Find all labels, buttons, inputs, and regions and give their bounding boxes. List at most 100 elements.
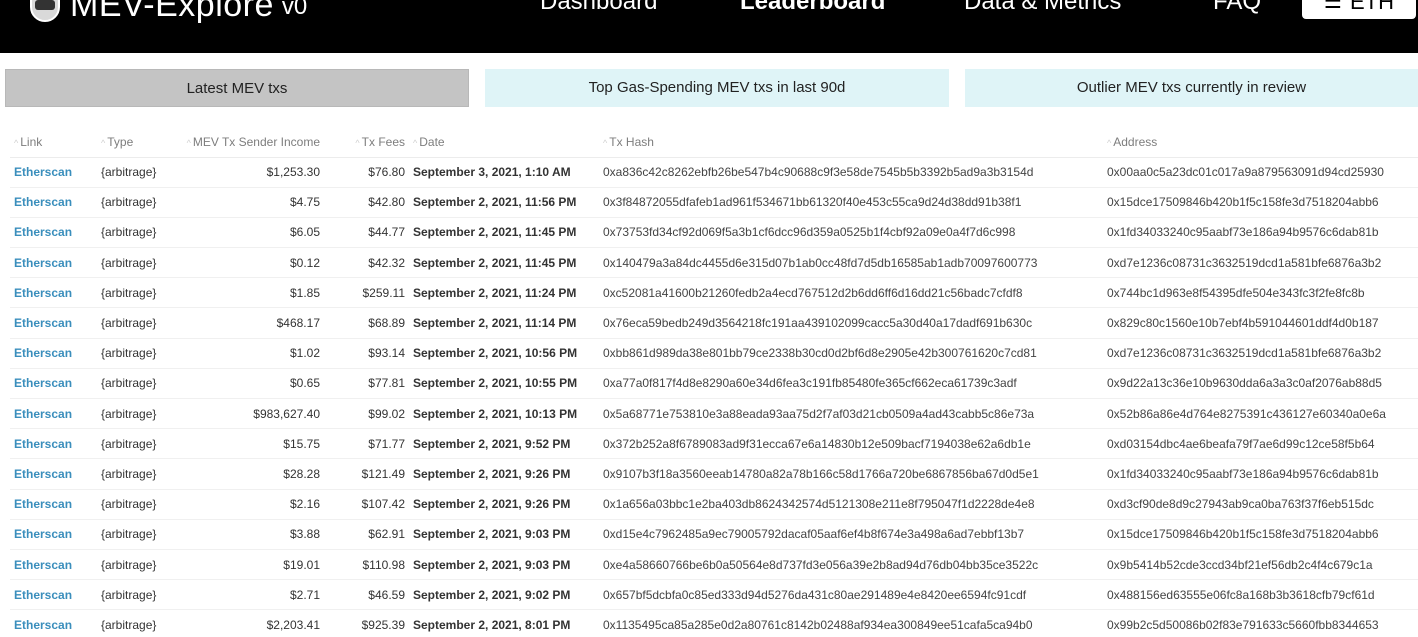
sort-icon: ^: [1107, 137, 1112, 148]
etherscan-link[interactable]: Etherscan: [14, 618, 72, 632]
table-row: Etherscan {arbitrage} $468.17 $68.89 Septemb…: [10, 307, 1418, 339]
robot-logo-icon: [28, 0, 62, 24]
etherscan-link-cell: Etherscan: [10, 549, 97, 581]
tx-fees-cell: $42.80: [324, 187, 409, 218]
table-row: Etherscan {arbitrage} $2.71 $46.59 September…: [10, 579, 1418, 611]
brand-version: v0: [281, 0, 308, 20]
tx-type-cell: {arbitrage}: [97, 307, 177, 339]
tx-date-cell: September 2, 2021, 8:01 PM: [409, 609, 599, 637]
etherscan-link-cell: Etherscan: [10, 428, 97, 460]
tx-date-cell: September 2, 2021, 11:14 PM: [409, 307, 599, 339]
tx-type-cell: {arbitrage}: [97, 579, 177, 611]
tx-date-cell: September 2, 2021, 9:02 PM: [409, 579, 599, 611]
sort-icon: ^: [355, 137, 360, 148]
etherscan-link[interactable]: Etherscan: [14, 286, 72, 300]
brand[interactable]: MEV-Explore v0: [28, 0, 307, 24]
sender-address-cell: 0x1fd34033240c95aabf73e186a94b9576c6dab8…: [1103, 458, 1418, 490]
sender-income-cell: $2.16: [177, 489, 324, 520]
chain-selector-button[interactable]: ☰ ETH: [1302, 0, 1416, 19]
sender-income-cell: $1.02: [177, 338, 324, 369]
tx-type-cell: {arbitrage}: [97, 217, 177, 249]
sender-address-cell: 0xd03154dbc4ae6beafa79f7ae6d99c12ce58f5b…: [1103, 428, 1418, 460]
etherscan-link-cell: Etherscan: [10, 398, 97, 430]
tx-type-cell: {arbitrage}: [97, 338, 177, 369]
tx-type-cell: {arbitrage}: [97, 277, 177, 309]
tx-fees-cell: $62.91: [324, 519, 409, 550]
tx-date-cell: September 2, 2021, 11:45 PM: [409, 217, 599, 249]
etherscan-link[interactable]: Etherscan: [14, 225, 72, 239]
column-header-tx-fees[interactable]: ^ Tx Fees: [324, 127, 409, 158]
etherscan-link[interactable]: Etherscan: [14, 165, 72, 179]
nav-data-metrics[interactable]: Data & Metrics: [964, 0, 1121, 24]
table-row: Etherscan {arbitrage} $19.01 $110.98 Septemb…: [10, 549, 1418, 581]
tab-latest-mev-txs[interactable]: Latest MEV txs: [5, 69, 469, 107]
tx-date-cell: September 2, 2021, 9:03 PM: [409, 549, 599, 581]
etherscan-link[interactable]: Etherscan: [14, 437, 72, 451]
column-header-link[interactable]: ^ Link: [10, 127, 97, 158]
tab-top-gas-spending[interactable]: Top Gas-Spending MEV txs in last 90d: [485, 69, 949, 107]
tx-hash-cell: 0xbb861d989da38e801bb79ce2338b30cd0d2bf6…: [599, 338, 1103, 369]
tab-outlier-mev-txs[interactable]: Outlier MEV txs currently in review: [965, 69, 1418, 107]
sender-income-cell: $983,627.40: [177, 398, 324, 430]
tx-fees-cell: $99.02: [324, 398, 409, 430]
sender-address-cell: 0x52b86a86e4d764e8275391c436127e60340a0e…: [1103, 398, 1418, 430]
nav-faq[interactable]: FAQ: [1213, 0, 1261, 24]
etherscan-link[interactable]: Etherscan: [14, 467, 72, 481]
tx-fees-cell: $71.77: [324, 428, 409, 460]
sort-icon: ^: [413, 137, 418, 148]
tx-date-cell: September 2, 2021, 9:03 PM: [409, 519, 599, 550]
tx-type-cell: {arbitrage}: [97, 187, 177, 218]
sender-address-cell: 0x00aa0c5a23dc01c017a9a879563091d94cd259…: [1103, 157, 1418, 188]
tx-hash-cell: 0xd15e4c7962485a9ec79005792dacaf05aaf6ef…: [599, 519, 1103, 550]
etherscan-link-cell: Etherscan: [10, 307, 97, 339]
etherscan-link[interactable]: Etherscan: [14, 346, 72, 360]
sender-address-cell: 0xd7e1236c08731c3632519dcd1a581bfe6876a3…: [1103, 247, 1418, 279]
etherscan-link-cell: Etherscan: [10, 519, 97, 550]
etherscan-link[interactable]: Etherscan: [14, 316, 72, 330]
nav-leaderboard[interactable]: Leaderboard: [740, 0, 885, 24]
column-header-tx-hash[interactable]: ^ Tx Hash: [599, 127, 1103, 158]
sender-income-cell: $1.85: [177, 277, 324, 309]
table-row: Etherscan {arbitrage} $2.16 $107.42 Septembe…: [10, 489, 1418, 520]
etherscan-link[interactable]: Etherscan: [14, 558, 72, 572]
etherscan-link[interactable]: Etherscan: [14, 195, 72, 209]
tx-fees-cell: $121.49: [324, 458, 409, 490]
table-row: Etherscan {arbitrage} $1.02 $93.14 September…: [10, 338, 1418, 369]
etherscan-link-cell: Etherscan: [10, 368, 97, 400]
sort-icon: ^: [14, 137, 19, 148]
tx-type-cell: {arbitrage}: [97, 157, 177, 188]
tx-fees-cell: $77.81: [324, 368, 409, 400]
etherscan-link[interactable]: Etherscan: [14, 497, 72, 511]
tx-fees-cell: $259.11: [324, 277, 409, 309]
sort-icon: ^: [186, 137, 191, 148]
etherscan-link[interactable]: Etherscan: [14, 376, 72, 390]
table-row: Etherscan {arbitrage} $3.88 $62.91 September…: [10, 519, 1418, 550]
tx-hash-cell: 0xe4a58660766be6b0a50564e8d737fd3e056a39…: [599, 549, 1103, 581]
etherscan-link[interactable]: Etherscan: [14, 527, 72, 541]
table-row: Etherscan {arbitrage} $28.28 $121.49 Septemb…: [10, 458, 1418, 490]
column-header-address[interactable]: ^ Address: [1103, 127, 1418, 158]
tx-hash-cell: 0xa836c42c8262ebfb26be547b4c90688c9f3e58…: [599, 157, 1103, 188]
tx-fees-cell: $68.89: [324, 307, 409, 339]
etherscan-link[interactable]: Etherscan: [14, 588, 72, 602]
sender-income-cell: $19.01: [177, 549, 324, 581]
etherscan-link[interactable]: Etherscan: [14, 407, 72, 421]
etherscan-link-cell: Etherscan: [10, 217, 97, 249]
column-header-income[interactable]: ^ MEV Tx Sender Income: [177, 127, 324, 158]
table-row: Etherscan {arbitrage} $4.75 $42.80 September…: [10, 187, 1418, 218]
etherscan-link[interactable]: Etherscan: [14, 256, 72, 270]
tx-type-cell: {arbitrage}: [97, 247, 177, 279]
tx-type-cell: {arbitrage}: [97, 609, 177, 637]
nav-dashboard[interactable]: Dashboard: [540, 0, 657, 24]
column-header-type[interactable]: ^ Type: [97, 127, 177, 158]
tx-date-cell: September 2, 2021, 11:56 PM: [409, 187, 599, 218]
sender-income-cell: $2,203.41: [177, 609, 324, 637]
column-header-date[interactable]: ^ Date: [409, 127, 599, 158]
top-nav-bar: MEV-Explore v0 Dashboard Leaderboard Dat…: [0, 0, 1418, 53]
table-row: Etherscan {arbitrage} $6.05 $44.77 September…: [10, 217, 1418, 249]
tx-hash-cell: 0x3f84872055dfafeb1ad961f534671bb61320f4…: [599, 187, 1103, 218]
table-row: Etherscan {arbitrage} $1.85 $259.11 Septembe…: [10, 277, 1418, 309]
tx-hash-cell: 0x5a68771e753810e3a88eada93aa75d2f7af03d…: [599, 398, 1103, 430]
sender-address-cell: 0x1fd34033240c95aabf73e186a94b9576c6dab8…: [1103, 217, 1418, 249]
sender-income-cell: $4.75: [177, 187, 324, 218]
